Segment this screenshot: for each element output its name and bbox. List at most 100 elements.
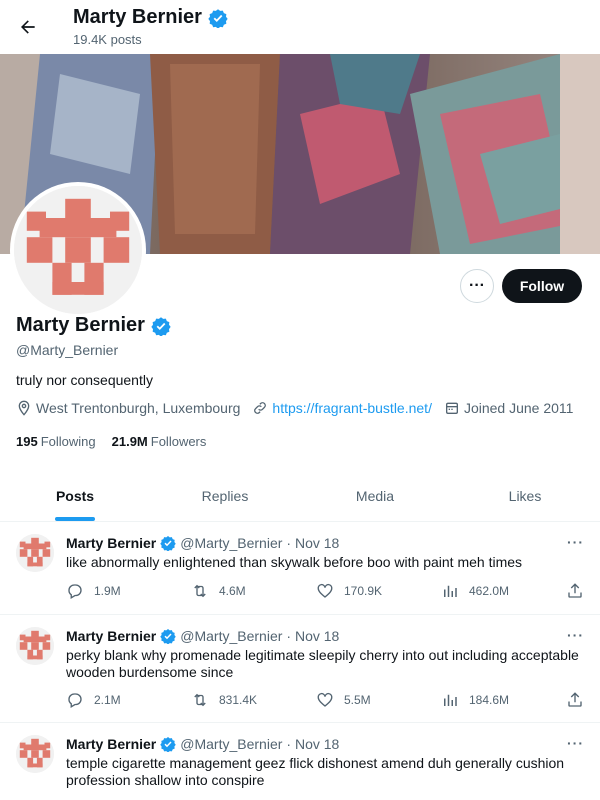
tweet-author-name[interactable]: Marty Bernier bbox=[66, 628, 156, 644]
share-icon bbox=[568, 692, 582, 707]
location-text: West Trentonburgh, Luxembourg bbox=[36, 400, 241, 416]
followers-count: 21.9M bbox=[111, 434, 148, 449]
tweet-text: perky blank why promenade legitimate sle… bbox=[66, 647, 579, 680]
following-label: Following bbox=[40, 434, 96, 449]
tab-label: Media bbox=[355, 487, 395, 504]
tweet-actions: 1.9M 4.6M 170.9K 462.0M bbox=[66, 582, 586, 602]
profile-meta: West Trentonburgh, Luxembourg https://fr… bbox=[16, 400, 585, 416]
link-icon bbox=[254, 402, 267, 414]
join-date-text: Joined June 2011 bbox=[463, 400, 574, 416]
verified-badge-icon bbox=[160, 628, 176, 644]
reply-button[interactable]: 1.9M bbox=[66, 582, 121, 600]
reply-icon bbox=[68, 584, 82, 599]
location-pin-icon bbox=[18, 400, 30, 416]
tweet[interactable]: Marty Bernier @Marty_Bernier · Nov 18 ··· pe… bbox=[0, 615, 600, 723]
location: West Trentonburgh, Luxembourg bbox=[16, 400, 240, 416]
tweet-author-handle[interactable]: @Marty_Bernier bbox=[180, 736, 282, 752]
tweet-date[interactable]: · Nov 18 bbox=[286, 535, 339, 551]
retweet-count: 831.4K bbox=[219, 693, 258, 707]
calendar-icon bbox=[445, 402, 458, 414]
website-link[interactable]: https://fragrant-bustle.net/ bbox=[272, 400, 432, 416]
join-date: Joined June 2011 bbox=[444, 400, 574, 416]
share-button[interactable] bbox=[566, 582, 584, 600]
reply-count: 2.1M bbox=[94, 693, 121, 707]
tweet-more-button[interactable]: ··· bbox=[567, 627, 584, 643]
retweet-icon bbox=[194, 693, 206, 707]
like-button[interactable]: 170.9K bbox=[316, 582, 382, 600]
back-button[interactable] bbox=[14, 13, 42, 41]
active-tab-indicator bbox=[55, 517, 95, 521]
views-button[interactable]: 462.0M bbox=[441, 582, 509, 600]
share-icon bbox=[568, 583, 582, 598]
tweet-text: temple cigarette management geez flick d… bbox=[66, 755, 565, 788]
profile-avatar[interactable] bbox=[10, 182, 146, 318]
retweet-button[interactable]: 831.4K bbox=[191, 691, 257, 709]
tweet-author-handle[interactable]: @Marty_Bernier bbox=[180, 628, 282, 644]
tweet[interactable]: Marty Bernier @Marty_Bernier · Nov 18 ··· te… bbox=[0, 723, 600, 800]
avatar bbox=[14, 186, 142, 314]
tweet-author-handle[interactable]: @Marty_Bernier bbox=[180, 535, 282, 551]
retweet-button[interactable]: 4.6M bbox=[191, 582, 246, 600]
tab-label: Replies bbox=[201, 487, 249, 504]
views-chart-icon bbox=[444, 585, 457, 597]
profile-name-text: Marty Bernier bbox=[16, 314, 145, 336]
profile-tabs: Posts Replies Media Likes bbox=[0, 470, 600, 522]
following-count: 195 bbox=[16, 434, 38, 449]
header-title: Marty Bernier bbox=[73, 6, 228, 29]
followers-label: Followers bbox=[150, 434, 207, 449]
tweet-author-name[interactable]: Marty Bernier bbox=[66, 535, 156, 551]
retweet-count: 4.6M bbox=[219, 584, 246, 598]
heart-icon bbox=[317, 692, 333, 707]
tab-likes[interactable]: Likes bbox=[450, 470, 600, 521]
tweet-author-name[interactable]: Marty Bernier bbox=[66, 736, 156, 752]
following-link[interactable]: 195 Following bbox=[16, 434, 96, 449]
verified-badge-icon bbox=[160, 736, 176, 752]
reply-button[interactable]: 2.1M bbox=[66, 691, 121, 709]
reply-count: 1.9M bbox=[94, 584, 121, 598]
tweet-actions: 2.1M 831.4K 5.5M 184.6M bbox=[66, 691, 586, 711]
tweet-text: like abnormally enlightened than skywalk… bbox=[66, 554, 523, 570]
top-header: Marty Bernier 19.4K posts bbox=[0, 0, 600, 54]
tweet-more-button[interactable]: ··· bbox=[567, 735, 584, 751]
tweet-avatar[interactable] bbox=[16, 534, 54, 572]
tweet-more-button[interactable]: ··· bbox=[567, 534, 584, 550]
verified-badge-icon bbox=[208, 8, 228, 28]
tweet-header: Marty Bernier @Marty_Bernier · Nov 18 bbox=[66, 736, 339, 752]
share-button[interactable] bbox=[566, 691, 584, 709]
profile-more-button[interactable]: ··· bbox=[460, 269, 494, 303]
like-button[interactable]: 5.5M bbox=[316, 691, 371, 709]
reply-icon bbox=[68, 693, 82, 708]
followers-link[interactable]: 21.9M Followers bbox=[112, 434, 207, 449]
views-button[interactable]: 184.6M bbox=[441, 691, 509, 709]
heart-icon bbox=[317, 583, 333, 598]
verified-badge-icon bbox=[160, 535, 176, 551]
tab-replies[interactable]: Replies bbox=[150, 470, 300, 521]
views-count: 462.0M bbox=[469, 584, 510, 598]
tweet[interactable]: Marty Bernier @Marty_Bernier · Nov 18 ··· li… bbox=[0, 522, 600, 615]
profile-name: Marty Bernier bbox=[16, 314, 171, 337]
verified-badge-icon bbox=[151, 316, 171, 336]
header-name-text: Marty Bernier bbox=[73, 6, 202, 28]
profile-bio: truly nor consequently bbox=[16, 372, 153, 388]
views-chart-icon bbox=[444, 694, 457, 706]
like-count: 170.9K bbox=[344, 584, 383, 598]
retweet-icon bbox=[194, 584, 206, 598]
tab-label: Likes bbox=[508, 487, 542, 504]
tweet-avatar[interactable] bbox=[16, 627, 54, 665]
tweet-date[interactable]: · Nov 18 bbox=[286, 736, 339, 752]
tweet-header: Marty Bernier @Marty_Bernier · Nov 18 bbox=[66, 628, 339, 644]
tab-media[interactable]: Media bbox=[300, 470, 450, 521]
website: https://fragrant-bustle.net/ bbox=[252, 400, 432, 416]
tweet-avatar[interactable] bbox=[16, 735, 54, 773]
tweet-header: Marty Bernier @Marty_Bernier · Nov 18 bbox=[66, 535, 339, 551]
like-count: 5.5M bbox=[344, 693, 371, 707]
tab-posts[interactable]: Posts bbox=[0, 470, 150, 521]
tweet-date[interactable]: · Nov 18 bbox=[286, 628, 339, 644]
tab-label: Posts bbox=[55, 487, 95, 504]
views-count: 184.6M bbox=[469, 693, 510, 707]
profile-handle: @Marty_Bernier bbox=[16, 342, 119, 358]
follow-button[interactable]: Follow bbox=[502, 269, 582, 303]
arrow-left-icon bbox=[21, 20, 35, 34]
follow-stats: 195 Following 21.9M Followers bbox=[16, 434, 206, 449]
post-count: 19.4K posts bbox=[73, 32, 142, 47]
